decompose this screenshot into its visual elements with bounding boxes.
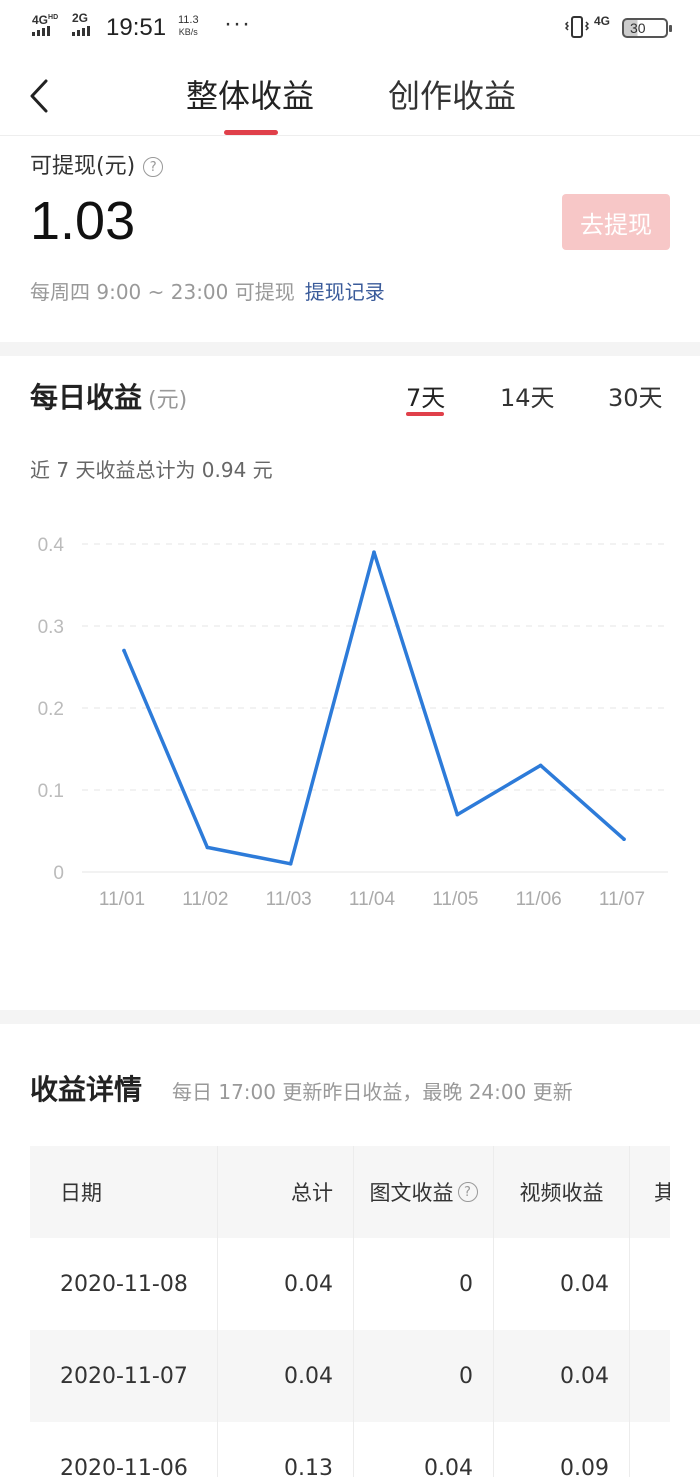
tab-overall-earnings[interactable]: 整体收益 [186,76,314,116]
range-30-days[interactable]: 30天 [608,378,663,413]
cell-video-earnings: 0.04 [494,1330,630,1422]
y-tick-label: 0.1 [38,781,64,802]
cell-other [630,1330,670,1422]
daily-earnings-chart: 0 0.1 0.2 0.3 0.4 11/01 11/02 11/03 11/04 11/05 11… [38,535,668,910]
cell-text-earnings: 0.04 [354,1422,494,1477]
data-point [455,812,460,817]
withdrawable-amount: 1.03 [30,191,136,251]
section-divider [0,342,700,356]
cell-total: 0.13 [218,1422,354,1477]
cell-video-earnings: 0.04 [494,1238,630,1330]
range-7-days[interactable]: 7天 [406,378,445,413]
chevron-left-icon[interactable] [26,78,58,114]
cell-video-earnings: 0.09 [494,1422,630,1477]
network-label-tertiary: 4G [594,14,611,28]
data-point [538,763,543,768]
x-tick-label: 11/05 [432,889,478,910]
network-label-secondary: 2G [72,11,89,25]
daily-earnings-unit: (元) [148,388,188,413]
table-row: 2020-11-06 0.13 0.04 0.09 [30,1422,670,1477]
y-tick-label: 0.2 [38,699,64,720]
earnings-details-table[interactable]: 日期 总计 图文收益? 视频收益 其 2020-11-08 0.04 0 0.0… [30,1146,670,1477]
network-speed: 11.3 KB/s [178,14,199,38]
cell-date: 2020-11-08 [30,1238,218,1330]
header-text-earnings-label: 图文收益 [369,1181,454,1205]
withdraw-schedule: 每周四 9:00 ~ 23:00 可提现 提现记录 [30,276,385,305]
y-tick-label: 0.3 [38,617,64,638]
top-nav: 整体收益 创作收益 [0,56,700,136]
daily-earnings-title-text: 每日收益 [30,381,143,414]
tab-creation-earnings[interactable]: 创作收益 [388,76,516,116]
battery-icon: 30 [622,18,672,38]
x-tick-label: 11/06 [516,889,562,910]
seven-day-total: 近 7 天收益总计为 0.94 元 [30,458,273,482]
withdrawable-label: 可提现(元)? [30,148,164,180]
network-label-primary: 4GHD [32,12,58,26]
network1-text: 4G [32,13,49,27]
header-video-earnings: 视频收益 [494,1146,630,1238]
cell-text-earnings: 0 [354,1238,494,1330]
x-tick-label: 11/02 [182,889,228,910]
cell-other [630,1238,670,1330]
help-icon[interactable]: ? [143,157,164,177]
network1-sup: HD [48,14,59,21]
data-point [622,837,626,841]
table-row: 2020-11-07 0.04 0 0.04 [30,1330,670,1422]
withdrawable-label-text: 可提现(元) [30,154,136,179]
data-point [372,550,376,554]
active-range-indicator [406,412,444,416]
withdraw-button[interactable]: 去提现 [562,194,670,250]
more-notifications-icon: ··· [224,10,251,37]
speed-unit: KB/s [178,27,198,37]
withdraw-records-link[interactable]: 提现记录 [305,280,385,304]
clock: 19:51 [106,14,167,41]
cell-total: 0.04 [218,1330,354,1422]
vibrate-icon [565,16,589,38]
cell-date: 2020-11-06 [30,1422,218,1477]
data-point [205,845,210,850]
x-tick-label: 11/01 [99,889,145,910]
status-bar: 4GHD 2G 19:51 11.3 KB/s ··· 4G 30 [0,0,700,56]
x-tick-label: 11/03 [266,889,312,910]
data-point [122,648,126,653]
range-14-days[interactable]: 14天 [500,378,555,413]
table-row: 2020-11-08 0.04 0 0.04 [30,1238,670,1330]
battery-level: 30 [630,20,646,36]
x-tick-label: 11/04 [349,889,396,910]
earnings-details-title: 收益详情 [30,1073,143,1106]
earnings-details-subtitle: 每日 17:00 更新昨日收益，最晚 24:00 更新 [172,1080,573,1104]
signal-bars-2-icon [72,26,90,36]
cell-other [630,1422,670,1477]
withdraw-schedule-text: 每周四 9:00 ~ 23:00 可提现 [30,280,295,304]
header-other: 其 [654,1181,670,1205]
active-tab-indicator [224,130,278,135]
header-date: 日期 [30,1146,218,1238]
cell-total: 0.04 [218,1238,354,1330]
x-tick-label: 11/07 [599,889,645,910]
cell-text-earnings: 0 [354,1330,494,1422]
daily-earnings-title: 每日收益 (元) [30,376,187,416]
cell-date: 2020-11-07 [30,1330,218,1422]
speed-value: 11.3 [178,14,199,26]
signal-bars-1-icon [32,26,50,36]
y-tick-label: 0 [53,863,64,884]
help-icon[interactable]: ? [457,1182,478,1202]
y-tick-label: 0.4 [38,535,65,556]
table-header: 日期 总计 图文收益? 视频收益 其 [30,1146,670,1238]
section-divider [0,1010,700,1024]
header-total: 总计 [218,1146,354,1238]
header-text-earnings: 图文收益? [354,1146,494,1238]
data-point [288,862,293,866]
